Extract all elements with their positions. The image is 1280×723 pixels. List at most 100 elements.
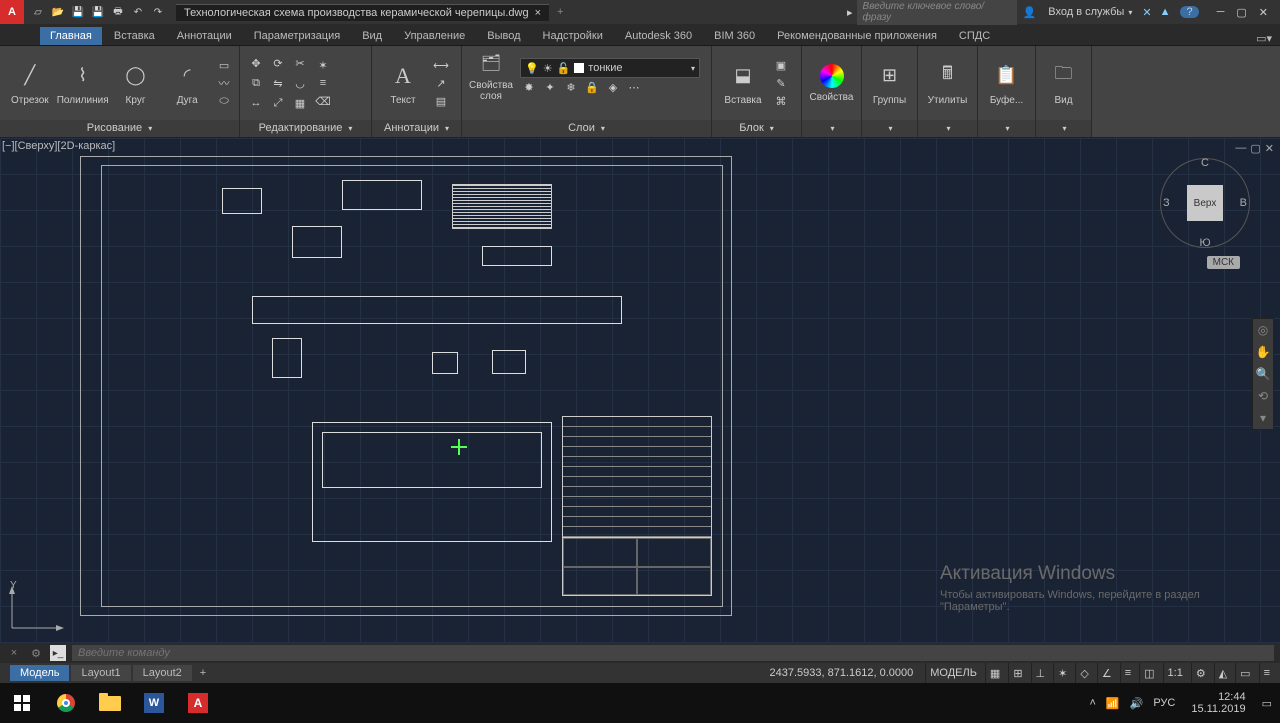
vp-max-icon[interactable]: ▢ (1250, 142, 1260, 155)
cube-top[interactable]: Верх (1187, 185, 1223, 221)
line-button[interactable]: ╱Отрезок (6, 53, 54, 113)
qat-saveas-icon[interactable]: 💾 (90, 4, 106, 20)
signin-button[interactable]: Вход в службы▾ (1042, 6, 1138, 18)
copy-icon[interactable]: ⧉ (246, 74, 266, 92)
tab-layout2[interactable]: Layout2 (133, 665, 192, 681)
offset-icon[interactable]: ≡ (314, 75, 332, 91)
layfrz-icon[interactable]: ❄ (562, 81, 580, 94)
maximize-button[interactable]: ▢ (1236, 6, 1246, 19)
exchange-icon[interactable]: ✕ (1138, 6, 1155, 19)
scale-icon[interactable]: ⤢ (268, 94, 288, 112)
command-input[interactable] (72, 645, 1274, 661)
mirror-icon[interactable]: ⇋ (268, 74, 288, 92)
ellipse-icon[interactable]: ⬭ (215, 93, 233, 109)
tab-featured[interactable]: Рекомендованные приложения (767, 27, 947, 45)
help-icon[interactable]: ? (1180, 6, 1198, 18)
taskbar-chrome[interactable] (44, 683, 88, 723)
utils-button[interactable]: 🖩Утилиты (924, 53, 971, 113)
qat-redo-icon[interactable]: ↷ (150, 4, 166, 20)
fillet-icon[interactable]: ◡ (290, 74, 310, 92)
tab-layout1[interactable]: Layout1 (71, 665, 130, 681)
tab-main[interactable]: Главная (40, 27, 102, 45)
nav-zoom-icon[interactable]: 🔍 (1253, 363, 1273, 385)
tab-bim360[interactable]: BIM 360 (704, 27, 765, 45)
lineweight-icon[interactable]: ≡ (1120, 663, 1135, 683)
tab-addins[interactable]: Надстройки (533, 27, 613, 45)
laylck-icon[interactable]: 🔒 (583, 81, 601, 94)
app-logo[interactable]: A (0, 0, 24, 24)
document-tab[interactable]: Технологическая схема производства керам… (176, 4, 549, 21)
iso-icon[interactable]: ◭ (1214, 663, 1231, 683)
transparency-icon[interactable]: ◫ (1139, 663, 1158, 683)
insert-button[interactable]: ⬓Вставка (718, 53, 768, 113)
tray-notifications-icon[interactable]: ▭ (1262, 697, 1272, 710)
signin-icon[interactable]: 👤 (1017, 6, 1043, 19)
qat-open-icon[interactable]: 📂 (50, 4, 66, 20)
viewport-label[interactable]: [−][Сверху][2D-каркас] (2, 140, 115, 152)
drawing-area[interactable]: [−][Сверху][2D-каркас] — ▢ ✕ (0, 138, 1280, 643)
tray-clock[interactable]: 12:44 15.11.2019 (1185, 691, 1251, 715)
snap-toggle-icon[interactable]: ⊞ (1008, 663, 1026, 683)
new-tab-icon[interactable]: + (553, 6, 567, 18)
tab-output[interactable]: Вывод (477, 27, 530, 45)
polar-toggle-icon[interactable]: ✶ (1053, 663, 1071, 683)
vp-close-icon[interactable]: ✕ (1265, 142, 1274, 155)
props-button[interactable]: Свойства (808, 53, 855, 113)
qat-new-icon[interactable]: ▱ (30, 4, 46, 20)
tab-annot[interactable]: Аннотации (167, 27, 242, 45)
tab-manage[interactable]: Управление (394, 27, 475, 45)
taskbar-autocad[interactable]: A (176, 683, 220, 723)
tab-model[interactable]: Модель (10, 665, 69, 681)
nav-pan-icon[interactable]: ✋ (1253, 341, 1273, 363)
osnap-toggle-icon[interactable]: ◇ (1075, 663, 1092, 683)
nav-orbit-icon[interactable]: ⟲ (1253, 385, 1273, 407)
tab-insert[interactable]: Вставка (104, 27, 165, 45)
vp-min-icon[interactable]: — (1235, 142, 1246, 155)
stretch-icon[interactable]: ↔ (246, 94, 266, 112)
wcs-label[interactable]: МСК (1207, 256, 1240, 269)
nav-more-icon[interactable]: ▾ (1253, 407, 1273, 429)
otrack-toggle-icon[interactable]: ∠ (1097, 663, 1116, 683)
trim-icon[interactable]: ✂ (290, 54, 310, 72)
attr-icon[interactable]: ⌘ (772, 93, 790, 109)
leader-icon[interactable]: ↗ (432, 75, 450, 91)
tab-param[interactable]: Параметризация (244, 27, 350, 45)
erase-icon[interactable]: ⌫ (314, 93, 332, 109)
qat-save-icon[interactable]: 💾 (70, 4, 86, 20)
text-button[interactable]: AТекст (378, 53, 428, 113)
circle-button[interactable]: ◯Круг (112, 53, 160, 113)
layiso-icon[interactable]: ✦ (541, 81, 559, 94)
tab-view[interactable]: Вид (352, 27, 392, 45)
cmd-config-icon[interactable]: ⚙ (28, 647, 44, 660)
grid-toggle-icon[interactable]: ▦ (985, 663, 1004, 683)
edit-block-icon[interactable]: ✎ (772, 75, 790, 91)
groups-button[interactable]: ⊞Группы (868, 53, 911, 113)
laymore-icon[interactable]: ⋯ (625, 81, 643, 94)
dim-icon[interactable]: ⟷ (432, 57, 450, 73)
paste-button[interactable]: 📋Буфе... (984, 53, 1029, 113)
search-icon[interactable]: ▸ (843, 6, 857, 19)
taskbar-word[interactable]: W (132, 683, 176, 723)
exchange-icon-2[interactable]: ▲ (1156, 6, 1175, 18)
spline-icon[interactable]: 〰 (215, 75, 233, 91)
array-icon[interactable]: ▦ (290, 94, 310, 112)
qat-undo-icon[interactable]: ↶ (130, 4, 146, 20)
create-block-icon[interactable]: ▣ (772, 57, 790, 73)
explode-icon[interactable]: ✶ (314, 57, 332, 73)
polyline-button[interactable]: ⌇Полилиния (58, 53, 108, 113)
gear-icon[interactable]: ⚙ (1191, 663, 1210, 683)
tab-a360[interactable]: Autodesk 360 (615, 27, 702, 45)
move-icon[interactable]: ✥ (246, 54, 266, 72)
ortho-toggle-icon[interactable]: ⊥ (1031, 663, 1050, 683)
search-input[interactable]: Введите ключевое слово/фразу (857, 0, 1017, 25)
layer-props-button[interactable]: 🗂Свойства слоя (468, 50, 514, 102)
laymch-icon[interactable]: ◈ (604, 81, 622, 94)
ribbon-min-icon[interactable]: ▭▾ (1248, 32, 1280, 45)
nav-wheel-icon[interactable]: ◎ (1253, 319, 1273, 341)
close-button[interactable]: ✕ (1259, 6, 1268, 19)
layer-combo[interactable]: 💡 ☀ 🔓 тонкие ▾ (520, 58, 700, 78)
custom-icon[interactable]: ≡ (1259, 663, 1274, 683)
table-icon[interactable]: ▤ (432, 93, 450, 109)
tray-network-icon[interactable]: 📶 (1106, 697, 1120, 710)
layoff-icon[interactable]: ✸ (520, 81, 538, 94)
